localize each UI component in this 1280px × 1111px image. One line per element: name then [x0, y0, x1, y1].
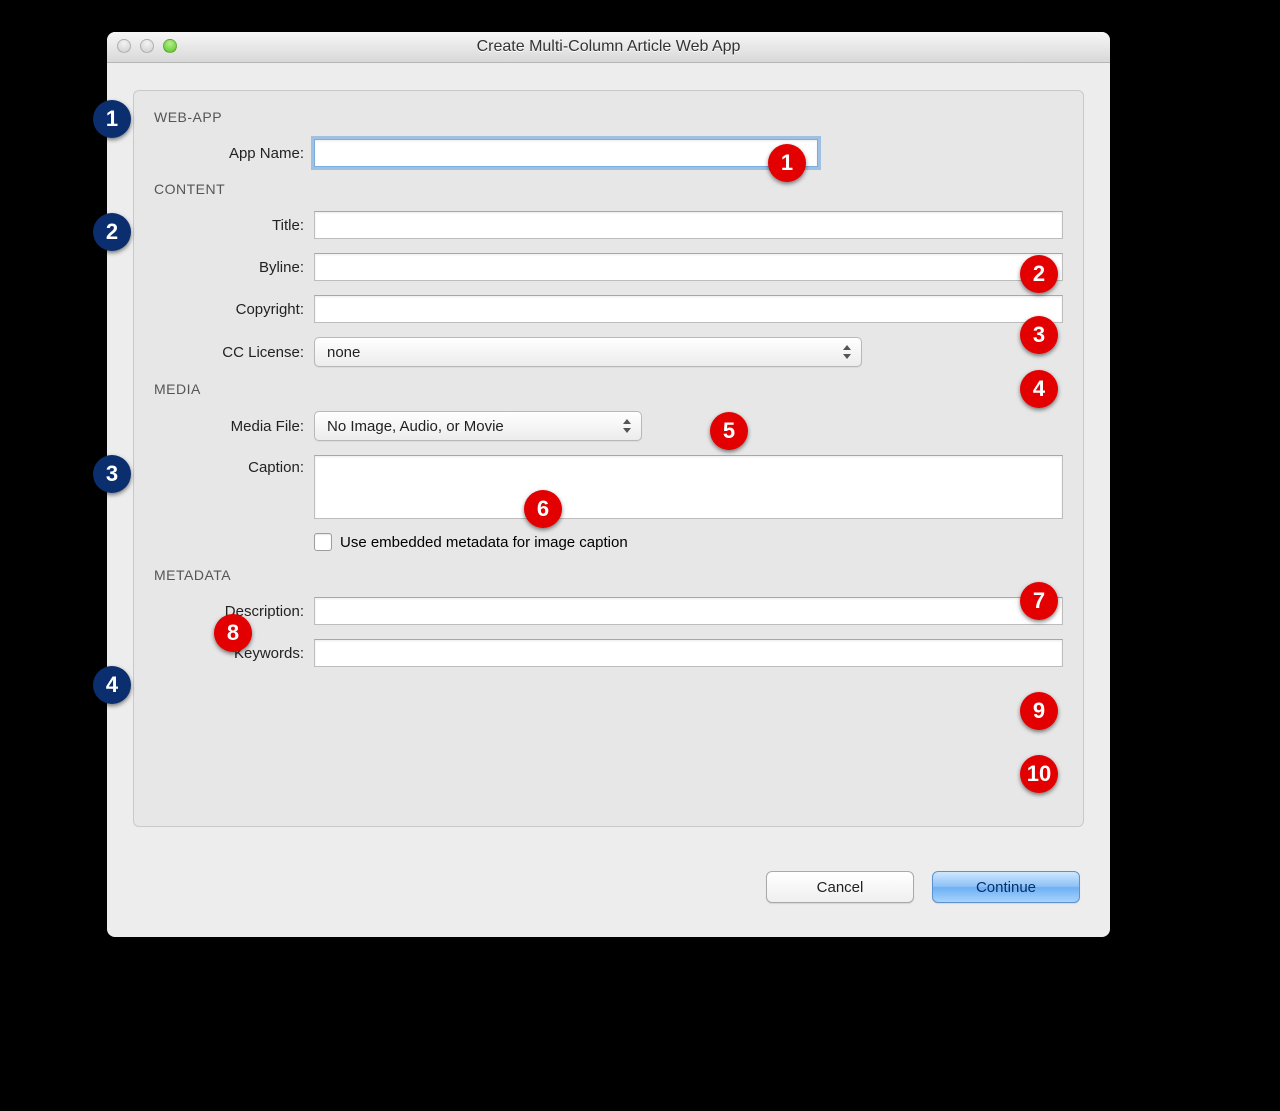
- section-heading-metadata: METADATA: [154, 567, 1063, 583]
- close-window-button[interactable]: [117, 39, 131, 53]
- caption-label: Caption:: [154, 455, 314, 476]
- minimize-window-button[interactable]: [140, 39, 154, 53]
- continue-button[interactable]: Continue: [932, 871, 1080, 903]
- annotation-red-6: 6: [524, 490, 562, 528]
- byline-label: Byline:: [154, 259, 314, 276]
- chevron-updown-icon: [843, 345, 853, 359]
- dialog-window: Create Multi-Column Article Web App WEB-…: [107, 32, 1110, 937]
- annotation-red-5: 5: [710, 412, 748, 450]
- section-heading-webapp: WEB-APP: [154, 109, 1063, 125]
- titlebar: Create Multi-Column Article Web App: [107, 32, 1110, 63]
- media-file-label: Media File:: [154, 418, 314, 435]
- annotation-blue-1: 1: [93, 100, 131, 138]
- cc-license-select[interactable]: none: [314, 337, 862, 367]
- annotation-red-3: 3: [1020, 316, 1058, 354]
- keywords-input[interactable]: [314, 639, 1063, 667]
- title-input[interactable]: [314, 211, 1063, 239]
- media-file-value: No Image, Audio, or Movie: [327, 418, 504, 435]
- cancel-button[interactable]: Cancel: [766, 871, 914, 903]
- cc-license-label: CC License:: [154, 344, 314, 361]
- annotation-blue-2: 2: [93, 213, 131, 251]
- annotation-red-8: 8: [214, 614, 252, 652]
- annotation-red-7: 7: [1020, 582, 1058, 620]
- annotation-red-9: 9: [1020, 692, 1058, 730]
- dialog-footer: Cancel Continue: [766, 871, 1080, 903]
- media-file-select[interactable]: No Image, Audio, or Movie: [314, 411, 642, 441]
- description-input[interactable]: [314, 597, 1063, 625]
- annotation-blue-4: 4: [93, 666, 131, 704]
- cc-license-value: none: [327, 344, 360, 361]
- app-name-input[interactable]: [314, 139, 818, 167]
- app-name-label: App Name:: [154, 145, 314, 162]
- caption-textarea[interactable]: [314, 455, 1063, 519]
- annotation-red-4: 4: [1020, 370, 1058, 408]
- byline-input[interactable]: [314, 253, 1063, 281]
- title-label: Title:: [154, 217, 314, 234]
- form-panel: WEB-APP App Name: CONTENT Title: Byline:…: [133, 90, 1084, 827]
- annotation-red-1: 1: [768, 144, 806, 182]
- copyright-input[interactable]: [314, 295, 1063, 323]
- section-heading-media: MEDIA: [154, 381, 1063, 397]
- section-heading-content: CONTENT: [154, 181, 1063, 197]
- copyright-label: Copyright:: [154, 301, 314, 318]
- annotation-red-2: 2: [1020, 255, 1058, 293]
- chevron-updown-icon: [623, 419, 633, 433]
- annotation-blue-3: 3: [93, 455, 131, 493]
- window-controls: [117, 39, 177, 53]
- zoom-window-button[interactable]: [163, 39, 177, 53]
- use-embedded-metadata-checkbox[interactable]: [314, 533, 332, 551]
- annotation-red-10: 10: [1020, 755, 1058, 793]
- use-embedded-metadata-label: Use embedded metadata for image caption: [340, 534, 628, 551]
- window-title: Create Multi-Column Article Web App: [107, 38, 1110, 56]
